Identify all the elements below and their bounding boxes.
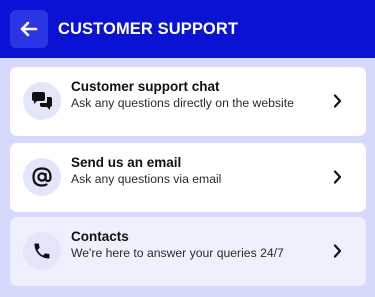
chevron-right-icon (330, 94, 344, 108)
option-title: Customer support chat (71, 79, 220, 94)
chat-bubbles-icon (32, 92, 52, 110)
option-title: Contacts (71, 229, 129, 244)
support-option-chat[interactable]: Customer support chat Ask any questions … (10, 67, 366, 136)
app-header: CUSTOMER SUPPORT (0, 0, 375, 58)
chevron-right-icon (330, 170, 344, 184)
support-option-email[interactable]: Send us an email Ask any questions via e… (10, 143, 366, 212)
arrow-left-icon (20, 21, 38, 37)
at-sign-icon (32, 167, 52, 187)
back-button[interactable] (10, 10, 48, 48)
option-icon-badge (23, 82, 61, 120)
page-title: CUSTOMER SUPPORT (58, 19, 239, 38)
option-icon-badge (23, 232, 61, 270)
option-description: Ask any questions directly on the websit… (71, 96, 294, 110)
support-options-list: Customer support chat Ask any questions … (0, 58, 375, 297)
phone-icon (34, 243, 50, 259)
option-description: Ask any questions via email (71, 172, 222, 186)
option-title: Send us an email (71, 155, 182, 170)
option-icon-badge (23, 158, 61, 196)
option-description: We're here to answer your queries 24/7 (71, 246, 284, 260)
chevron-right-icon (330, 244, 344, 258)
support-option-contacts[interactable]: Contacts We're here to answer your queri… (10, 217, 366, 286)
